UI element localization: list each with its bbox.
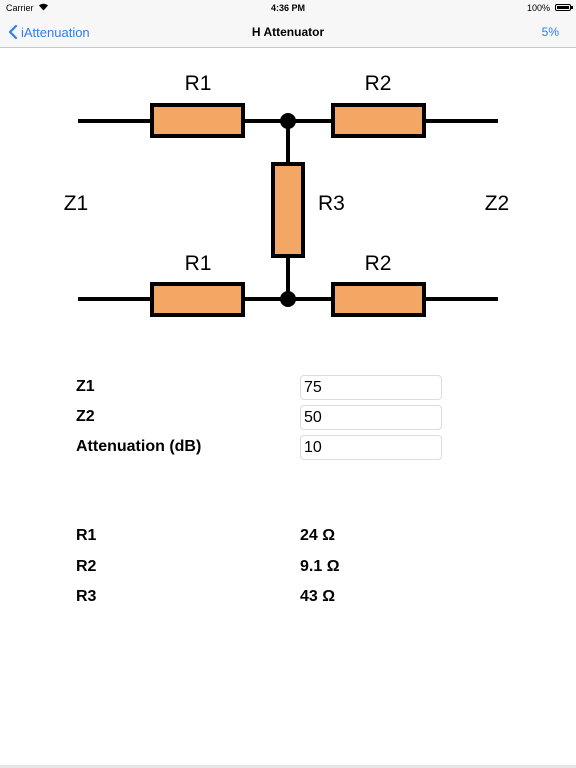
z1-input[interactable] [300, 375, 442, 400]
resistor-r3 [271, 162, 305, 258]
label-r3: R3 [318, 192, 345, 215]
resistor-r1-bottom [150, 282, 245, 317]
result-r2-value: 9.1 Ω [300, 558, 340, 575]
junction-bottom [280, 291, 296, 307]
label-r1-top: R1 [185, 72, 212, 95]
label-z2: Z2 [485, 192, 510, 215]
result-r1-value: 24 Ω [300, 527, 336, 544]
percentage-button[interactable]: 5% [542, 25, 559, 39]
attenuation-input[interactable] [300, 435, 442, 460]
z2-label: Z2 [76, 408, 95, 425]
page-title: H Attenuator [251, 25, 325, 39]
result-r1-label: R1 [76, 527, 97, 544]
resistor-r2-bottom [331, 282, 426, 317]
h-attenuator-diagram: R1 R2 R1 R2 R3 Z1 Z2 [64, 72, 510, 317]
attenuation-label: Attenuation (dB) [76, 438, 202, 455]
result-r3-value: 43 Ω [300, 588, 336, 605]
junction-top [280, 113, 296, 129]
navigation-bar: iAttenuation H Attenuator 5% [0, 16, 576, 48]
z2-input[interactable] [300, 405, 442, 430]
result-r2-label: R2 [76, 558, 97, 575]
label-r2-bottom: R2 [365, 252, 392, 275]
label-r2-top: R2 [365, 72, 392, 95]
battery-icon [555, 4, 573, 11]
z1-label: Z1 [76, 378, 95, 395]
label-z1: Z1 [64, 192, 89, 215]
status-time: 4:36 PM [270, 3, 305, 13]
result-r3-label: R3 [76, 588, 97, 605]
battery-percentage: 100% [526, 3, 550, 13]
resistor-r2-top [331, 103, 426, 138]
label-r1-bottom: R1 [185, 252, 212, 275]
resistor-r1-top [150, 103, 245, 138]
status-bar: Carrier 4:36 PM 100% [0, 0, 576, 16]
